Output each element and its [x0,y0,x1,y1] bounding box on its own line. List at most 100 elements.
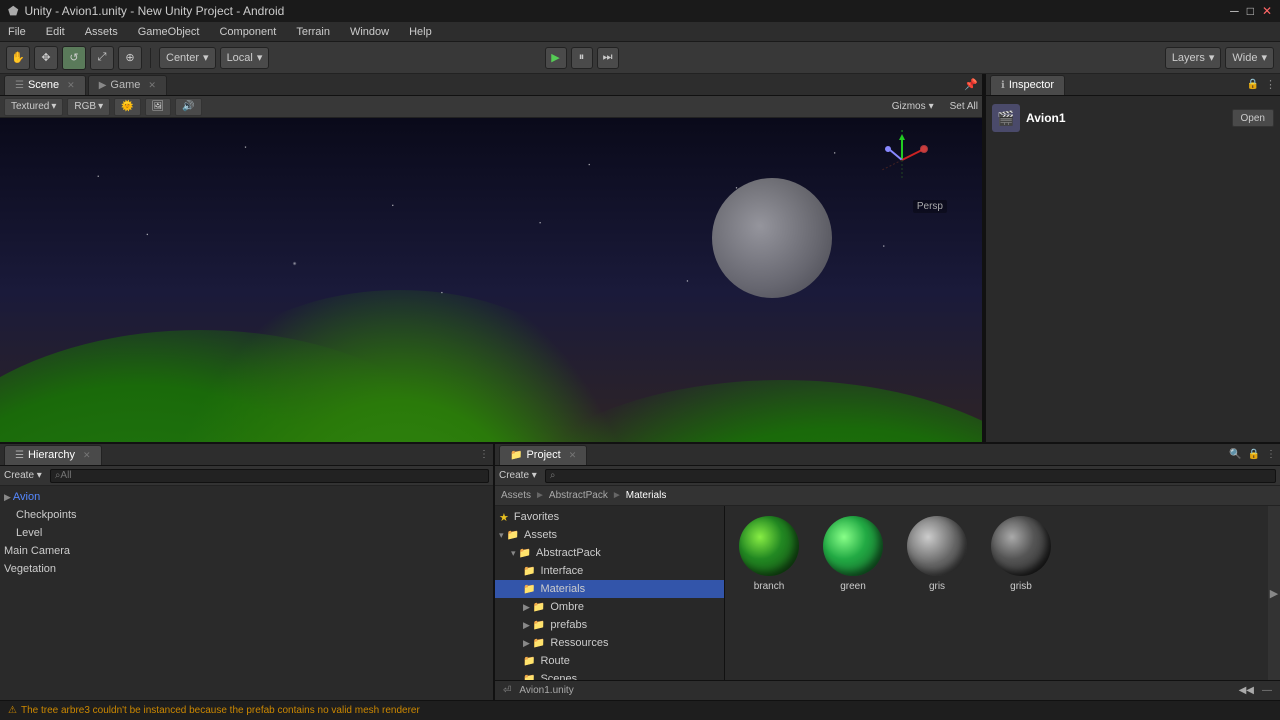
set-all-btn[interactable]: Set All [950,101,978,112]
asset-green[interactable]: green [813,510,893,596]
inspector-options[interactable]: ⋮ [1265,78,1276,91]
hierarchy-pin[interactable]: ⋮ [479,449,489,460]
tree-favorites[interactable]: ★ Favorites [495,508,724,526]
color-mode-btn[interactable]: RGB ▾ [67,98,110,116]
scene-tab-close[interactable]: ✕ [67,80,75,91]
inspector-pin[interactable]: 🔒 [1247,79,1259,90]
menu-assets[interactable]: Assets [81,25,122,39]
minimize-btn[interactable]: ─ [1230,4,1239,18]
title-bar: ⬟ Unity - Avion1.unity - New Unity Proje… [0,0,1280,22]
persp-label: Persp [913,200,947,213]
menu-component[interactable]: Component [215,25,280,39]
unity-logo: ⬟ [8,4,18,18]
inspector-tab-label: Inspector [1009,79,1054,91]
layers-dropdown[interactable]: Layers ▾ [1165,47,1222,69]
open-button[interactable]: Open [1232,109,1274,127]
space-dropdown[interactable]: Local ▾ [220,47,270,69]
game-tab-close[interactable]: ✕ [148,80,156,91]
tree-materials[interactable]: 📁 Materials [495,580,724,598]
gizmos-btn[interactable]: Gizmos ▾ [892,101,934,112]
view-mode-arrow: ▾ [51,101,56,112]
maximize-btn[interactable]: □ [1247,4,1254,18]
prefabs-label: prefabs [550,619,587,631]
panel-pin-icon[interactable]: 📌 [964,78,978,91]
asset-scroll-right[interactable]: ▶ [1268,506,1280,680]
scene-zoom: — [1262,685,1272,696]
tree-route[interactable]: 📁 Route [495,652,724,670]
asset-grisb-thumb [989,514,1053,578]
inspector-object-icon: 🎬 [992,104,1020,132]
project-tabs: 📁 Project ✕ 🔍 🔒 ⋮ [495,444,1280,466]
hierarchy-tab-close[interactable]: ✕ [83,450,91,461]
hierarchy-item-camera[interactable]: Main Camera [0,542,493,560]
scene-effects-btn[interactable]: 🌞 [114,98,140,116]
tab-project[interactable]: 📁 Project ✕ [499,445,587,465]
tab-scene[interactable]: ☰ Scene ✕ [4,75,86,95]
close-btn[interactable]: ✕ [1262,4,1272,18]
tree-ombre[interactable]: ▶ 📁 Ombre [495,598,724,616]
tree-assets[interactable]: ▾ 📁 Assets [495,526,724,544]
pivot-dropdown[interactable]: Center ▾ [159,47,216,69]
tool-move[interactable]: ✥ [34,46,58,70]
hierarchy-item-level[interactable]: Level [0,524,493,542]
project-create-btn[interactable]: Create ▾ [499,470,537,481]
hierarchy-tab-icon: ☰ [15,450,24,461]
menu-help[interactable]: Help [405,25,436,39]
menu-terrain[interactable]: Terrain [292,25,334,39]
avion-label: Avion [13,491,40,503]
hierarchy-item-avion[interactable]: ▶ Avion [0,488,493,506]
asset-gris[interactable]: gris [897,510,977,596]
pivot-label: Center [166,52,199,64]
green-sphere [823,516,883,576]
tree-scenes[interactable]: 📁 Scenes [495,670,724,680]
tree-ressources[interactable]: ▶ 📁 Ressources [495,634,724,652]
play-button[interactable]: ▶ [545,47,567,69]
scene-sky-btn[interactable]: 🖼 [145,98,172,116]
menu-edit[interactable]: Edit [42,25,69,39]
breadcrumb-materials[interactable]: Materials [626,490,667,501]
tool-scale[interactable]: ⤢ [90,46,114,70]
hierarchy-list: ▶ Avion Checkpoints Level Main Camera Ve… [0,486,493,700]
ressources-folder-icon: 📁 [533,638,545,649]
favorites-star-icon: ★ [499,511,509,524]
breadcrumb-abstractpack[interactable]: AbstractPack [549,490,608,501]
hierarchy-search[interactable] [50,469,489,483]
project-tab-label: Project [526,449,560,461]
project-action-search[interactable]: 🔍 [1229,449,1241,460]
project-search[interactable] [545,469,1276,483]
project-tree: ★ Favorites ▾ 📁 Assets ▾ 📁 AbstractPack … [495,506,725,680]
inspector-tab-icon: ℹ [1001,80,1005,91]
tab-game[interactable]: ▶ Game ✕ [88,75,167,95]
tab-hierarchy[interactable]: ☰ Hierarchy ✕ [4,445,102,465]
step-button[interactable]: ⏭ [597,47,619,69]
asset-gris-label: gris [929,581,945,592]
hierarchy-item-vegetation[interactable]: Vegetation [0,560,493,578]
ressources-arrow: ▶ [523,638,530,649]
pause-button[interactable]: ⏸ [571,47,593,69]
tool-rect[interactable]: ⊕ [118,46,142,70]
tree-interface[interactable]: 📁 Interface [495,562,724,580]
project-action-lock[interactable]: 🔒 [1248,449,1260,460]
grisb-sphere [991,516,1051,576]
tree-prefabs[interactable]: ▶ 📁 prefabs [495,616,724,634]
right-controls: Layers ▾ Wide ▾ [1165,47,1274,69]
tree-abstractpack[interactable]: ▾ 📁 AbstractPack [495,544,724,562]
tool-rotate[interactable]: ↺ [62,46,86,70]
hierarchy-item-checkpoints[interactable]: Checkpoints [0,506,493,524]
asset-grisb[interactable]: grisb [981,510,1061,596]
view-mode-btn[interactable]: Textured ▾ [4,98,63,116]
breadcrumb-assets[interactable]: Assets [501,490,531,501]
asset-branch[interactable]: branch [729,510,809,596]
menu-window[interactable]: Window [346,25,393,39]
layout-dropdown[interactable]: Wide ▾ [1225,47,1274,69]
hierarchy-create-btn[interactable]: Create ▾ [4,470,42,481]
breadcrumb-sep-1: ► [535,490,545,501]
menu-file[interactable]: File [4,25,30,39]
tool-hand[interactable]: ✋ [6,46,30,70]
space-arrow: ▾ [257,51,263,64]
project-action-more[interactable]: ⋮ [1266,449,1276,460]
tab-inspector[interactable]: ℹ Inspector [990,75,1065,95]
project-tab-close[interactable]: ✕ [569,450,577,461]
menu-gameobject[interactable]: GameObject [134,25,204,39]
scene-audio-btn[interactable]: 🔊 [175,98,201,116]
